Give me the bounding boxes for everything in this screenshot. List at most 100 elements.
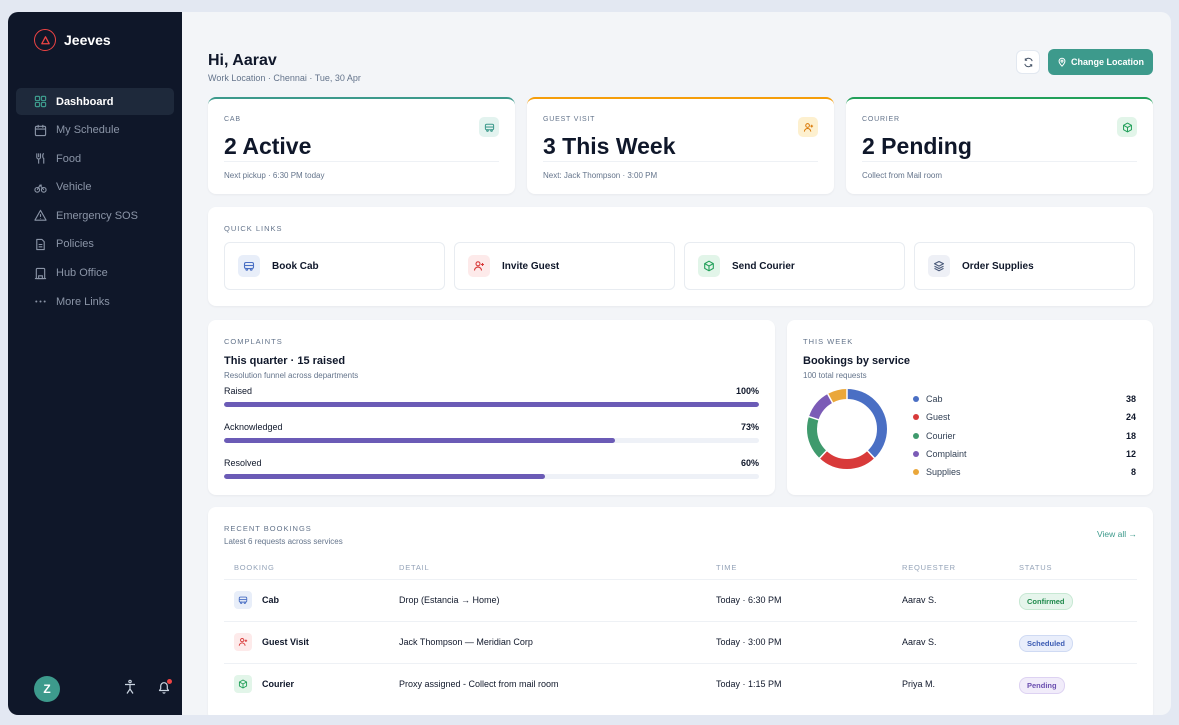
- notification-bell[interactable]: [156, 679, 172, 695]
- stat-value: 2 Pending: [862, 133, 972, 159]
- package-icon: [238, 679, 248, 689]
- quick-link-invite-guest[interactable]: Invite Guest: [454, 242, 675, 290]
- stat-note: Collect from Mail room: [862, 171, 943, 180]
- legend-value: 12: [1125, 449, 1136, 460]
- table-row[interactable]: Cab Drop (Estancia → Home) Today · 6:30 …: [224, 580, 1137, 622]
- stat-icon-box: [479, 117, 499, 137]
- grid-icon: [34, 95, 47, 108]
- legend-item-cab: Cab 38: [913, 390, 1136, 408]
- legend-dot: [913, 396, 919, 403]
- section-title: THIS WEEK: [803, 337, 854, 346]
- sidebar-item-label: More Links: [56, 295, 110, 308]
- stat-card-courier[interactable]: COURIER 2 Pending Collect from Mail room: [846, 97, 1153, 194]
- time-cell: Today · 1:15 PM: [716, 679, 782, 689]
- legend-dot: [913, 432, 919, 439]
- stat-note: Next pickup · 6:30 PM today: [224, 171, 325, 180]
- booking-cell: Cab: [234, 591, 279, 609]
- column-header-detail[interactable]: DETAIL: [399, 563, 430, 572]
- sidebar-item-more-links[interactable]: More Links: [16, 288, 174, 315]
- column-header-status[interactable]: STATUS: [1019, 563, 1052, 572]
- table-row[interactable]: Guest Visit Jack Thompson — Meridian Cor…: [224, 622, 1137, 664]
- legend-label: Courier: [926, 430, 956, 441]
- legend-item-supplies: Supplies 8: [913, 463, 1136, 481]
- sidebar-item-label: Hub Office: [56, 267, 108, 280]
- stat-label: COURIER: [862, 116, 900, 123]
- stat-card-cab[interactable]: CAB 2 Active Next pickup · 6:30 PM today: [208, 97, 515, 194]
- booking-icon-box: [234, 675, 252, 693]
- column-header-booking[interactable]: BOOKING: [234, 563, 275, 572]
- stat-label: CAB: [224, 116, 241, 123]
- booking-label: Courier: [262, 679, 295, 689]
- quick-link-label: Order Supplies: [962, 260, 1034, 272]
- legend-item-guest: Guest 24: [913, 408, 1136, 426]
- funnel-percent: 60%: [740, 458, 759, 468]
- refresh-icon: [1023, 57, 1033, 67]
- section-title: QUICK LINKS: [224, 224, 283, 233]
- quick-link-label: Send Courier: [732, 260, 795, 272]
- quick-link-label: Book Cab: [272, 260, 319, 272]
- brand[interactable]: Jeeves: [8, 22, 182, 58]
- sidebar-item-dashboard[interactable]: Dashboard: [16, 88, 174, 115]
- sidebar: Jeeves Dashboard My Schedule Food Vehicl…: [8, 12, 182, 715]
- sidebar-item-food[interactable]: Food: [16, 145, 174, 172]
- quick-link-book-cab[interactable]: Book Cab: [224, 242, 445, 290]
- cab-icon: [243, 261, 255, 271]
- time-cell: Today · 6:30 PM: [716, 595, 782, 605]
- detail-cell: Jack Thompson — Meridian Corp: [399, 637, 533, 647]
- complaints-heading: This quarter · 15 raised: [224, 355, 346, 367]
- stat-card-guest-visit[interactable]: GUEST VISIT 3 This Week Next: Jack Thomp…: [527, 97, 834, 194]
- divider: [224, 161, 499, 162]
- stat-label: GUEST VISIT: [543, 116, 596, 123]
- ql-icon-box: [928, 255, 950, 277]
- status-badge: Scheduled: [1019, 635, 1073, 652]
- change-location-button[interactable]: Change Location: [1048, 49, 1153, 75]
- sidebar-item-label: Dashboard: [56, 95, 114, 108]
- funnel-bar: [224, 438, 615, 443]
- complaints-subtitle: Resolution funnel across departments: [224, 371, 359, 380]
- funnel-bar: [224, 402, 759, 407]
- sidebar-item-policies[interactable]: Policies: [16, 231, 174, 258]
- brand-name: Jeeves: [64, 32, 111, 48]
- quick-link-order-supplies[interactable]: Order Supplies: [914, 242, 1135, 290]
- booking-cell: Courier: [234, 675, 294, 693]
- quick-link-send-courier[interactable]: Send Courier: [684, 242, 905, 290]
- location-pin-icon: [1058, 57, 1066, 67]
- sidebar-item-label: Emergency SOS: [56, 209, 138, 222]
- status-badge: Pending: [1019, 677, 1065, 694]
- chart-legend: Cab 38 Guest 24 Courier 18 Complaint 12 Supplies…: [913, 390, 1136, 481]
- sidebar-item-hub-office[interactable]: Hub Office: [16, 260, 174, 287]
- time-cell: Today · 3:00 PM: [716, 637, 782, 647]
- accessibility-icon[interactable]: [122, 679, 138, 695]
- divider: [543, 161, 818, 162]
- page-subtitle: Work Location · Chennai · Tue, 30 Apr: [208, 73, 361, 83]
- funnel-bar: [224, 474, 545, 479]
- sidebar-item-label: My Schedule: [56, 124, 120, 137]
- sidebar-item-vehicle[interactable]: Vehicle: [16, 174, 174, 201]
- section-title: COMPLAINTS: [224, 337, 283, 346]
- avatar[interactable]: Z: [34, 676, 60, 702]
- stat-value: 2 Active: [224, 133, 312, 159]
- recent-bookings-card: RECENT BOOKINGS Latest 6 requests across…: [208, 507, 1153, 715]
- package-icon: [704, 260, 714, 272]
- sidebar-item-label: Vehicle: [56, 181, 92, 194]
- legend-value: 38: [1125, 394, 1136, 405]
- column-header-requester[interactable]: REQUESTER: [902, 563, 956, 572]
- calendar-icon: [34, 124, 47, 136]
- booking-icon-box: [234, 633, 252, 651]
- legend-dot: [913, 469, 919, 476]
- sidebar-item-my-schedule[interactable]: My Schedule: [16, 117, 174, 144]
- utensils-icon: [36, 153, 45, 164]
- column-header-time[interactable]: TIME: [716, 563, 737, 572]
- sidebar-item-emergency-sos[interactable]: Emergency SOS: [16, 202, 174, 229]
- requester-cell: Aarav S.: [902, 637, 937, 647]
- stat-icon-box: [798, 117, 818, 137]
- funnel-track: [224, 438, 759, 443]
- layers-icon: [933, 260, 945, 272]
- table-row[interactable]: Courier Proxy assigned - Collect from ma…: [224, 664, 1137, 706]
- legend-label: Complaint: [926, 449, 967, 460]
- view-all-link[interactable]: View all →: [1097, 529, 1137, 539]
- legend-dot: [913, 451, 919, 458]
- change-location-label: Change Location: [1070, 57, 1144, 67]
- refresh-button[interactable]: [1016, 50, 1040, 74]
- detail-cell: Proxy assigned - Collect from mail room: [399, 679, 559, 689]
